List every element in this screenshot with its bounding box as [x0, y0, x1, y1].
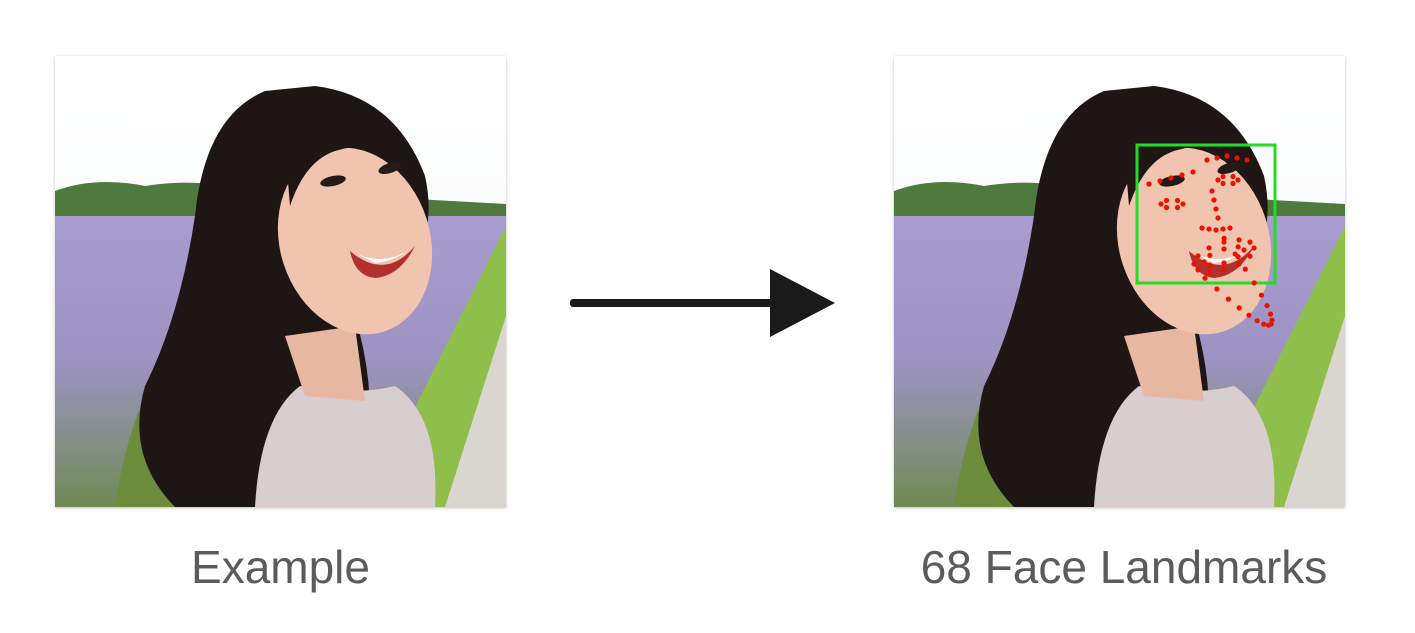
landmark-point	[1206, 245, 1212, 251]
landmark-point	[1267, 311, 1274, 317]
landmark-point	[1225, 296, 1231, 302]
landmark-point	[1221, 246, 1227, 252]
landmark-point	[1157, 178, 1163, 184]
landmark-point	[1235, 244, 1241, 250]
landmark-point	[1191, 261, 1197, 267]
landmark-point	[1158, 201, 1164, 207]
example-photo	[55, 56, 506, 507]
landmark-point	[1236, 261, 1242, 267]
portrait-image	[55, 56, 506, 507]
landmark-point	[1195, 253, 1201, 259]
landmark-point	[1199, 225, 1205, 231]
landmark-photo	[894, 56, 1345, 507]
landmark-point	[1242, 266, 1248, 272]
landmark-point	[1221, 239, 1227, 245]
landmark-point	[1204, 157, 1210, 163]
landmark-point	[1244, 157, 1250, 163]
landmark-point	[1215, 215, 1221, 221]
landmark-point	[1201, 259, 1207, 265]
landmark-point	[1258, 292, 1265, 298]
landmark-point	[1214, 286, 1220, 292]
landmark-point	[1206, 269, 1212, 275]
landmark-point	[1247, 253, 1253, 259]
landmark-point	[1241, 247, 1247, 253]
landmark-point	[1168, 175, 1174, 181]
landmark-point	[1207, 252, 1213, 258]
landmark-point	[1213, 206, 1219, 212]
landmark-point	[1234, 155, 1240, 161]
landmark-point	[1163, 204, 1170, 211]
landmark-point	[1230, 173, 1236, 180]
landmark-point	[1224, 153, 1230, 159]
landmark-point	[1163, 197, 1170, 204]
landmark-point	[1220, 226, 1226, 232]
landmark-point	[1174, 197, 1181, 204]
landmark-point	[1266, 322, 1272, 328]
landmark-point	[1207, 262, 1213, 268]
landmark-point	[1236, 305, 1242, 311]
landmark-point	[1202, 275, 1208, 281]
landmark-point	[1251, 280, 1257, 286]
landmark-point	[1174, 204, 1181, 211]
landmark-point	[1206, 226, 1212, 232]
landmark-point	[1180, 201, 1186, 207]
landmark-point	[1246, 312, 1252, 318]
landmark-point	[1230, 180, 1236, 187]
landmarks-caption: 68 Face Landmarks	[920, 541, 1328, 593]
landmark-point	[1261, 321, 1267, 327]
landmark-point	[1221, 260, 1227, 266]
landmark-point	[1235, 177, 1241, 183]
landmark-point	[1247, 239, 1253, 245]
landmark-point	[1213, 227, 1219, 233]
landmark-point	[1220, 173, 1226, 180]
landmark-point	[1195, 267, 1201, 273]
landmark-point	[1236, 237, 1242, 243]
landmark-point	[1220, 180, 1226, 187]
landmark-point	[1227, 225, 1233, 231]
landmark-point	[1254, 318, 1260, 324]
landmark-point	[1179, 172, 1185, 178]
landmark-point	[1209, 188, 1215, 194]
landmark-point	[1251, 245, 1257, 251]
landmark-point	[1235, 254, 1241, 260]
landmark-point	[1264, 303, 1270, 309]
landmark-point	[1146, 181, 1152, 187]
landmark-point	[1214, 155, 1220, 161]
landmark-point	[1190, 169, 1196, 175]
landmark-point	[1211, 197, 1217, 203]
right-arrow-icon	[570, 269, 835, 337]
example-caption: Example	[191, 541, 370, 593]
portrait-landmarks-image	[894, 56, 1345, 507]
landmark-point	[1215, 177, 1221, 183]
landmark-point	[1221, 267, 1227, 273]
